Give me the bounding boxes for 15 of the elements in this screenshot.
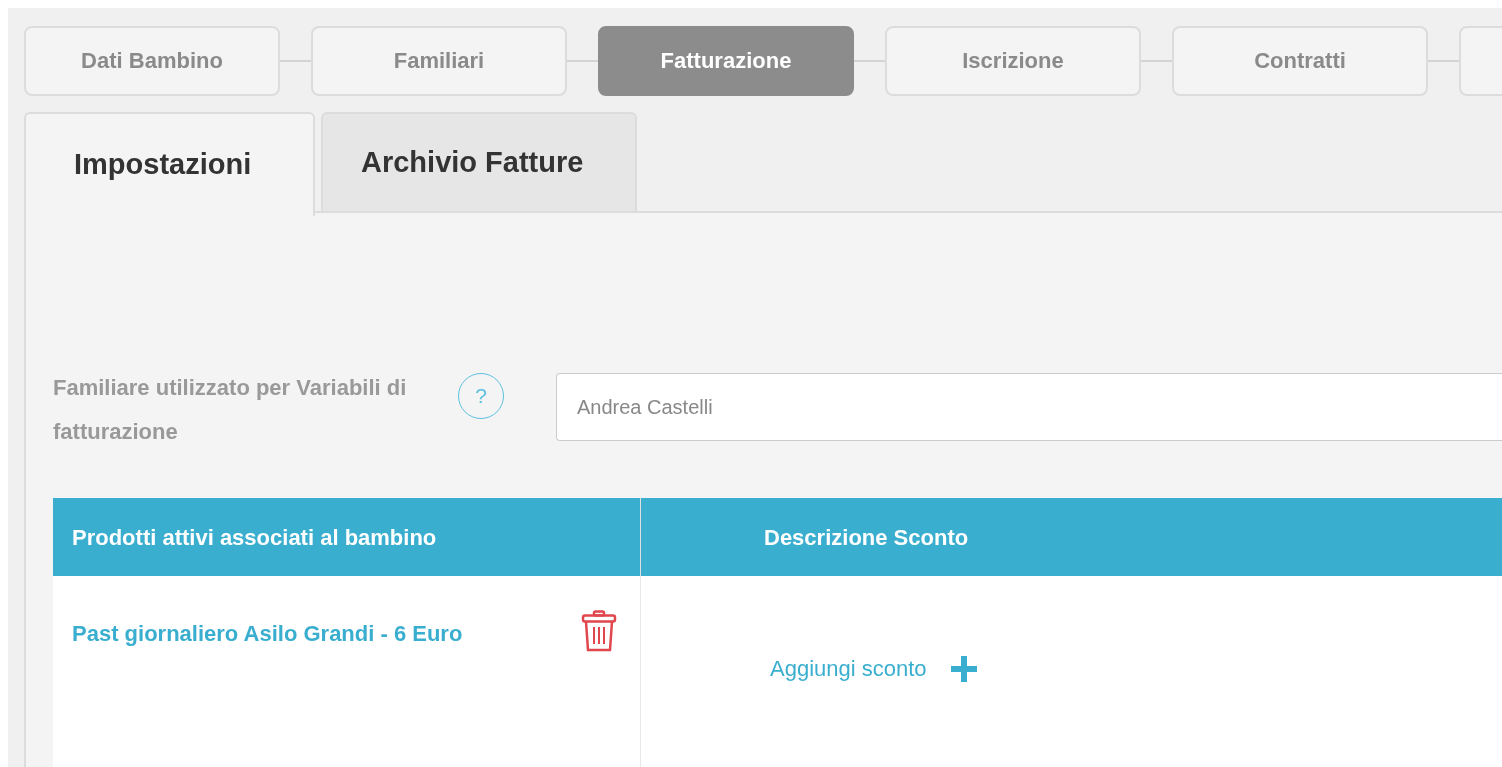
tab[interactable]: Impostazioni xyxy=(24,112,315,216)
input-field[interactable]: Andrea Castelli xyxy=(556,373,1502,441)
tab[interactable]: Archivio Fatture xyxy=(321,112,637,212)
column-header: Descrizione Sconto xyxy=(764,523,969,552)
step-button[interactable]: Dati Bambino xyxy=(24,25,280,96)
field-label: Familiare utilizzato per Variabili di fatturazione xyxy=(53,374,408,446)
step-button[interactable]: Fatturazione xyxy=(598,25,854,96)
trash-icon[interactable] xyxy=(581,610,617,652)
column-header: Prodotti attivi associati al bambino xyxy=(72,523,437,552)
add-discount-link[interactable]: Aggiungi sconto xyxy=(770,652,977,685)
step-button[interactable]: Contratti xyxy=(1172,25,1428,96)
step-button[interactable]: Familiari xyxy=(311,25,567,96)
plus-icon xyxy=(950,655,977,682)
product-link[interactable]: Past giornaliero Asilo Grandi - 6 Euro xyxy=(72,596,532,767)
step-button[interactable]: Iscrizione xyxy=(885,25,1141,96)
